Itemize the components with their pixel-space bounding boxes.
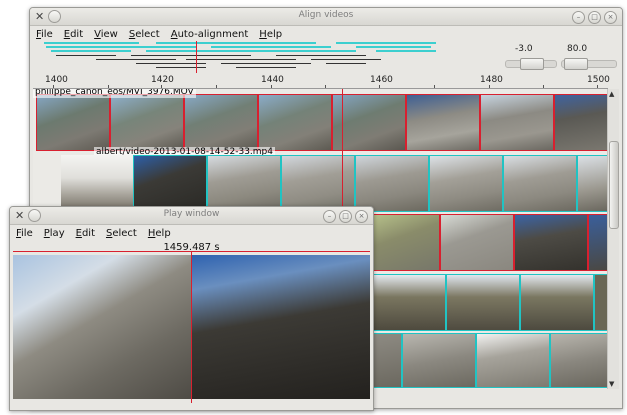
menu-edit[interactable]: Edit [64, 29, 83, 40]
minimize-icon[interactable]: – [323, 210, 336, 223]
window-title: Align videos [298, 10, 354, 20]
menu-auto-alignment[interactable]: Auto-alignment [171, 29, 249, 40]
ruler-tick [597, 85, 598, 88]
menu-help[interactable]: Help [148, 228, 171, 239]
video-track-1[interactable] [36, 94, 608, 151]
video-frame[interactable] [480, 94, 554, 151]
offset-value: -3.0 [515, 44, 533, 54]
video-frame[interactable] [402, 333, 476, 388]
ruler-label: 1420 [151, 75, 174, 85]
ruler-tick [108, 85, 109, 88]
track-1-label: philippe_canon_eos/MVI_3976.MOV [33, 89, 196, 98]
video-frame[interactable] [372, 333, 402, 388]
menu-view[interactable]: View [94, 29, 118, 40]
video-frame[interactable] [594, 274, 608, 331]
video-frame[interactable] [550, 333, 608, 388]
maximize-icon[interactable]: □ [588, 11, 601, 24]
scroll-down-icon[interactable]: ▼ [609, 380, 614, 388]
video-track-4[interactable] [372, 274, 608, 331]
ruler-tick [53, 85, 54, 88]
zoom-slider[interactable] [561, 58, 617, 70]
video-frame[interactable] [554, 94, 608, 151]
video-frame[interactable] [281, 155, 355, 212]
offset-slider-handle[interactable] [520, 58, 544, 70]
scrollbar-thumb[interactable] [609, 141, 619, 229]
ruler-label: 1460 [370, 75, 393, 85]
close-icon[interactable]: × [604, 11, 617, 24]
video-frame[interactable] [514, 214, 588, 271]
menu-file[interactable]: File [36, 29, 53, 40]
video-frame[interactable] [588, 214, 608, 271]
play-title-bar[interactable]: ✕ Play window – □ × [10, 207, 373, 225]
menu-edit[interactable]: Edit [76, 228, 95, 239]
vertical-scrollbar[interactable]: ▲ ▼ [607, 89, 619, 389]
ruler-tick [216, 85, 217, 88]
ruler-tick [161, 85, 162, 88]
scroll-up-icon[interactable]: ▲ [609, 90, 614, 98]
video-preview-right [192, 255, 370, 399]
video-frame[interactable] [577, 155, 608, 212]
maximize-icon[interactable]: □ [339, 210, 352, 223]
video-frame[interactable] [429, 155, 503, 212]
ruler-tick [379, 85, 380, 88]
video-track-3[interactable] [372, 214, 608, 271]
play-menu-bar: File Play Edit Select Help [10, 225, 373, 241]
video-frame[interactable] [503, 155, 577, 212]
video-frame[interactable] [372, 214, 440, 271]
video-frame[interactable] [184, 94, 258, 151]
offset-slider[interactable] [505, 58, 557, 70]
video-track-5[interactable] [372, 333, 608, 388]
menu-file[interactable]: File [16, 228, 33, 239]
video-frame[interactable] [440, 214, 514, 271]
ruler-tick [543, 85, 544, 88]
menu-play[interactable]: Play [44, 228, 65, 239]
zoom-value: 80.0 [567, 44, 588, 54]
video-frame[interactable] [406, 94, 480, 151]
overview-strip[interactable] [36, 41, 491, 73]
video-frame[interactable] [355, 155, 429, 212]
menu-select[interactable]: Select [106, 228, 137, 239]
video-frame[interactable] [372, 274, 446, 331]
ruler-label: 1480 [480, 75, 503, 85]
ruler-tick [325, 85, 326, 88]
ruler-tick [489, 85, 490, 88]
close-icon[interactable]: × [355, 210, 368, 223]
video-frame[interactable] [476, 333, 550, 388]
play-window: ✕ Play window – □ × File Play Edit Selec… [9, 206, 374, 411]
video-frame[interactable] [133, 155, 207, 212]
play-window-title: Play window [163, 209, 220, 219]
sliders-panel: -3.0 80.0 [501, 44, 621, 70]
video-frame[interactable] [36, 94, 110, 151]
ruler-tick [271, 85, 272, 88]
video-frame[interactable] [332, 94, 406, 151]
ruler-label: 1500 [587, 75, 610, 85]
video-frame[interactable] [520, 274, 594, 331]
time-ruler[interactable]: 1400 1420 1440 1460 1480 1500 [33, 75, 610, 89]
video-frame[interactable] [446, 274, 520, 331]
menu-help[interactable]: Help [259, 29, 282, 40]
title-bar[interactable]: ✕ Align videos – □ × [30, 8, 622, 26]
video-preview-left [13, 255, 191, 399]
video-frame[interactable] [61, 155, 133, 212]
ruler-tick [434, 85, 435, 88]
video-frame[interactable] [110, 94, 184, 151]
zoom-slider-handle[interactable] [564, 58, 588, 70]
ruler-label: 1440 [261, 75, 284, 85]
video-frame[interactable] [207, 155, 281, 212]
ruler-label: 1400 [45, 75, 68, 85]
menu-select[interactable]: Select [129, 29, 160, 40]
minimize-icon[interactable]: – [572, 11, 585, 24]
video-frame[interactable] [258, 94, 332, 151]
menu-bar: File Edit View Select Auto-alignment Hel… [30, 26, 622, 42]
video-track-2[interactable] [61, 155, 608, 212]
